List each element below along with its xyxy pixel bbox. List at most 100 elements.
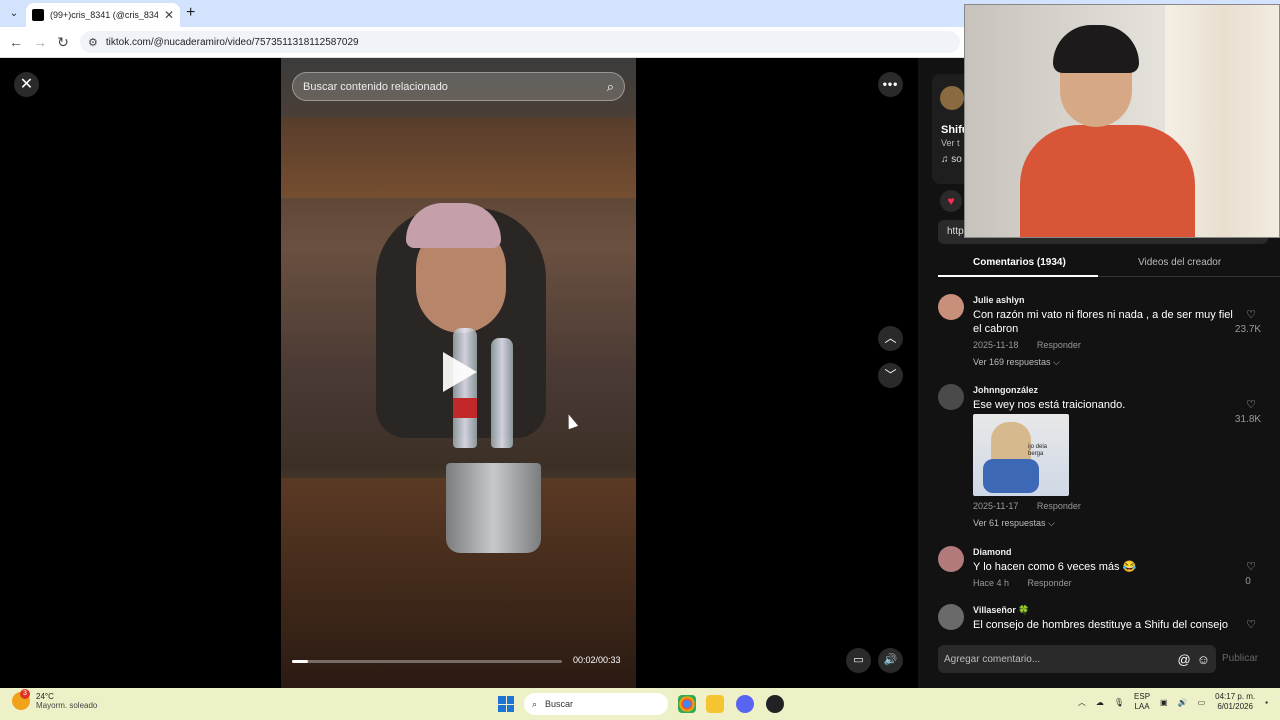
video-time: 00:02/00:33 — [573, 655, 621, 665]
video-player[interactable]: ⌕ 00:02/00:33 — [281, 58, 636, 688]
weather-widget[interactable]: 3 24°C Mayorm. soleado — [12, 689, 98, 710]
video-progress-bar[interactable] — [292, 660, 562, 663]
tab-close-icon[interactable]: ✕ — [164, 8, 174, 22]
comment-like-icon[interactable]: ♡ — [1234, 618, 1268, 630]
comment-meta: 2025-11-18 Responder — [973, 340, 1097, 350]
network-icon[interactable]: ▣ — [1160, 698, 1168, 707]
show-hidden-icons-icon[interactable]: ︿ — [1078, 697, 1086, 708]
mention-icon[interactable]: @ — [1178, 652, 1191, 667]
comment-date: 2025-11-17 — [973, 501, 1019, 511]
previous-video-icon[interactable]: ︿ — [878, 326, 903, 351]
comment-like-icon[interactable]: ♡ — [1234, 398, 1268, 411]
comment-date: Hace 4 h — [973, 578, 1010, 588]
volume-icon[interactable]: 🔊 — [878, 648, 903, 673]
creator-sub[interactable]: Ver t — [941, 138, 960, 148]
app-icon[interactable] — [766, 695, 784, 713]
emoji-icon[interactable]: ☺ — [1197, 652, 1210, 667]
reply-link[interactable]: Responder — [1028, 578, 1072, 588]
reply-link[interactable]: Responder — [1037, 340, 1081, 350]
video-bottle-label — [453, 398, 477, 418]
more-options-icon[interactable]: ••• — [878, 72, 903, 97]
weather-sun-icon: 3 — [12, 689, 30, 710]
webcam-person-shirt — [1020, 125, 1195, 237]
comment-meta: 2025-11-17 Responder — [973, 501, 1097, 511]
video-bucket — [446, 463, 541, 553]
webcam-overlay — [964, 4, 1280, 238]
video-bottle — [491, 338, 513, 448]
comment-user[interactable]: Johnngonzález — [973, 385, 1038, 395]
comment-item: Villaseñor 🍀 El consejo de hombres desti… — [938, 604, 1268, 630]
taskbar-search[interactable]: ⌕ Buscar — [524, 693, 668, 715]
file-explorer-icon[interactable] — [706, 695, 724, 713]
view-replies-link[interactable]: Ver 61 respuestas ⌵ — [973, 518, 1055, 529]
video-background — [281, 118, 636, 198]
search-icon[interactable]: ⌕ — [607, 79, 614, 95]
comment-user[interactable]: Diamond — [973, 547, 1012, 557]
music-label[interactable]: ♫ so — [941, 154, 962, 165]
cloud-icon[interactable]: ☁ — [1096, 698, 1104, 707]
comment-user[interactable]: Villaseñor 🍀 — [973, 605, 1030, 616]
comment-like-icon[interactable]: ♡ — [1234, 560, 1268, 573]
forward-icon[interactable]: → — [32, 34, 48, 50]
image-caption: ijo dela berga — [1028, 444, 1048, 457]
taskbar-search-label: Buscar — [545, 699, 574, 709]
tab-creator-videos[interactable]: Videos del creador — [1138, 257, 1221, 268]
comment-like-icon[interactable]: ♡ — [1234, 308, 1268, 321]
url-text: tiktok.com/@nucaderamiro/video/757351131… — [105, 36, 359, 48]
comment-like-count: 31.8K — [1234, 414, 1262, 425]
chrome-icon[interactable] — [678, 695, 696, 713]
comment-list: Julie ashlyn Con razón mi vato ni flores… — [938, 294, 1268, 630]
comment-item: Julie ashlyn Con razón mi vato ni flores… — [938, 294, 1268, 384]
comment-input[interactable] — [944, 653, 1172, 665]
play-icon[interactable] — [443, 352, 477, 392]
microphone-icon[interactable]: 🎙 — [1114, 698, 1124, 707]
site-info-icon[interactable]: ⚙ — [88, 36, 98, 49]
clock-time: 04:17 p. m. — [1215, 692, 1256, 701]
language-indicator[interactable]: ESP LAA — [1134, 692, 1150, 712]
avatar[interactable] — [938, 294, 964, 320]
url-field[interactable]: ⚙ tiktok.com/@nucaderamiro/video/7573511… — [80, 31, 960, 53]
view-replies-link[interactable]: Ver 169 respuestas ⌵ — [973, 357, 1060, 368]
battery-icon[interactable]: ▭ — [1198, 698, 1206, 707]
notifications-icon[interactable]: ▪ — [1265, 698, 1268, 707]
comment-field[interactable]: @ ☺ — [938, 645, 1216, 673]
comment-date: 2025-11-18 — [973, 340, 1019, 350]
discord-icon[interactable] — [736, 695, 754, 713]
avatar[interactable] — [938, 384, 964, 410]
tab-list-icon[interactable]: ⌄ — [6, 6, 22, 22]
clock[interactable]: 04:17 p. m. 6/01/2026 — [1215, 692, 1255, 712]
windows-taskbar: 3 24°C Mayorm. soleado ⌕ Buscar ︿ ☁ 🎙 ES… — [0, 688, 1280, 720]
comment-composer: @ ☺ Publicar — [938, 645, 1280, 675]
related-search-box[interactable]: ⌕ — [292, 72, 625, 101]
new-tab-button[interactable]: + — [186, 4, 195, 22]
language-code: ESP — [1134, 692, 1151, 701]
reload-icon[interactable]: ↻ — [55, 34, 71, 50]
next-video-icon[interactable]: ﹀ — [878, 363, 903, 388]
speaker-icon[interactable]: 🔊 — [1178, 698, 1188, 707]
bunny-jacket — [983, 459, 1039, 493]
publish-button[interactable]: Publicar — [1222, 653, 1258, 664]
system-tray: ︿ ☁ 🎙 ESP LAA ▣ 🔊 ▭ 04:17 p. m. 6/01/202… — [1078, 692, 1268, 712]
reply-link[interactable]: Responder — [1037, 501, 1081, 511]
comment-text: Ese wey nos está traicionando. — [973, 399, 1126, 411]
mouse-cursor-icon — [563, 412, 579, 430]
like-heart-icon[interactable]: ♥ — [940, 190, 962, 212]
browser-tab[interactable]: (99+)cris_8341 (@cris_8341) | T ✕ — [26, 3, 180, 27]
video-cap — [406, 203, 501, 248]
avatar[interactable] — [938, 604, 964, 630]
windows-start-icon[interactable] — [498, 696, 514, 712]
comment-user[interactable]: Julie ashlyn — [973, 295, 1025, 305]
notification-badge: 3 — [20, 689, 30, 699]
panel-tabs: Comentarios (1934) Videos del creador — [938, 253, 1280, 277]
related-search-input[interactable] — [303, 80, 607, 93]
picture-in-picture-icon[interactable]: ▭ — [846, 648, 871, 673]
comment-image[interactable]: ijo dela berga — [973, 414, 1069, 496]
avatar[interactable] — [940, 86, 964, 110]
weather-desc: Mayorm. soleado — [36, 701, 98, 710]
active-tab-underline — [938, 275, 1098, 277]
avatar[interactable] — [938, 546, 964, 572]
comment-text: Y lo hacen como 6 veces más 😂 — [973, 561, 1137, 573]
back-icon[interactable]: ← — [8, 34, 24, 50]
tab-comments[interactable]: Comentarios (1934) — [973, 257, 1066, 268]
close-icon[interactable]: ✕ — [14, 72, 39, 97]
